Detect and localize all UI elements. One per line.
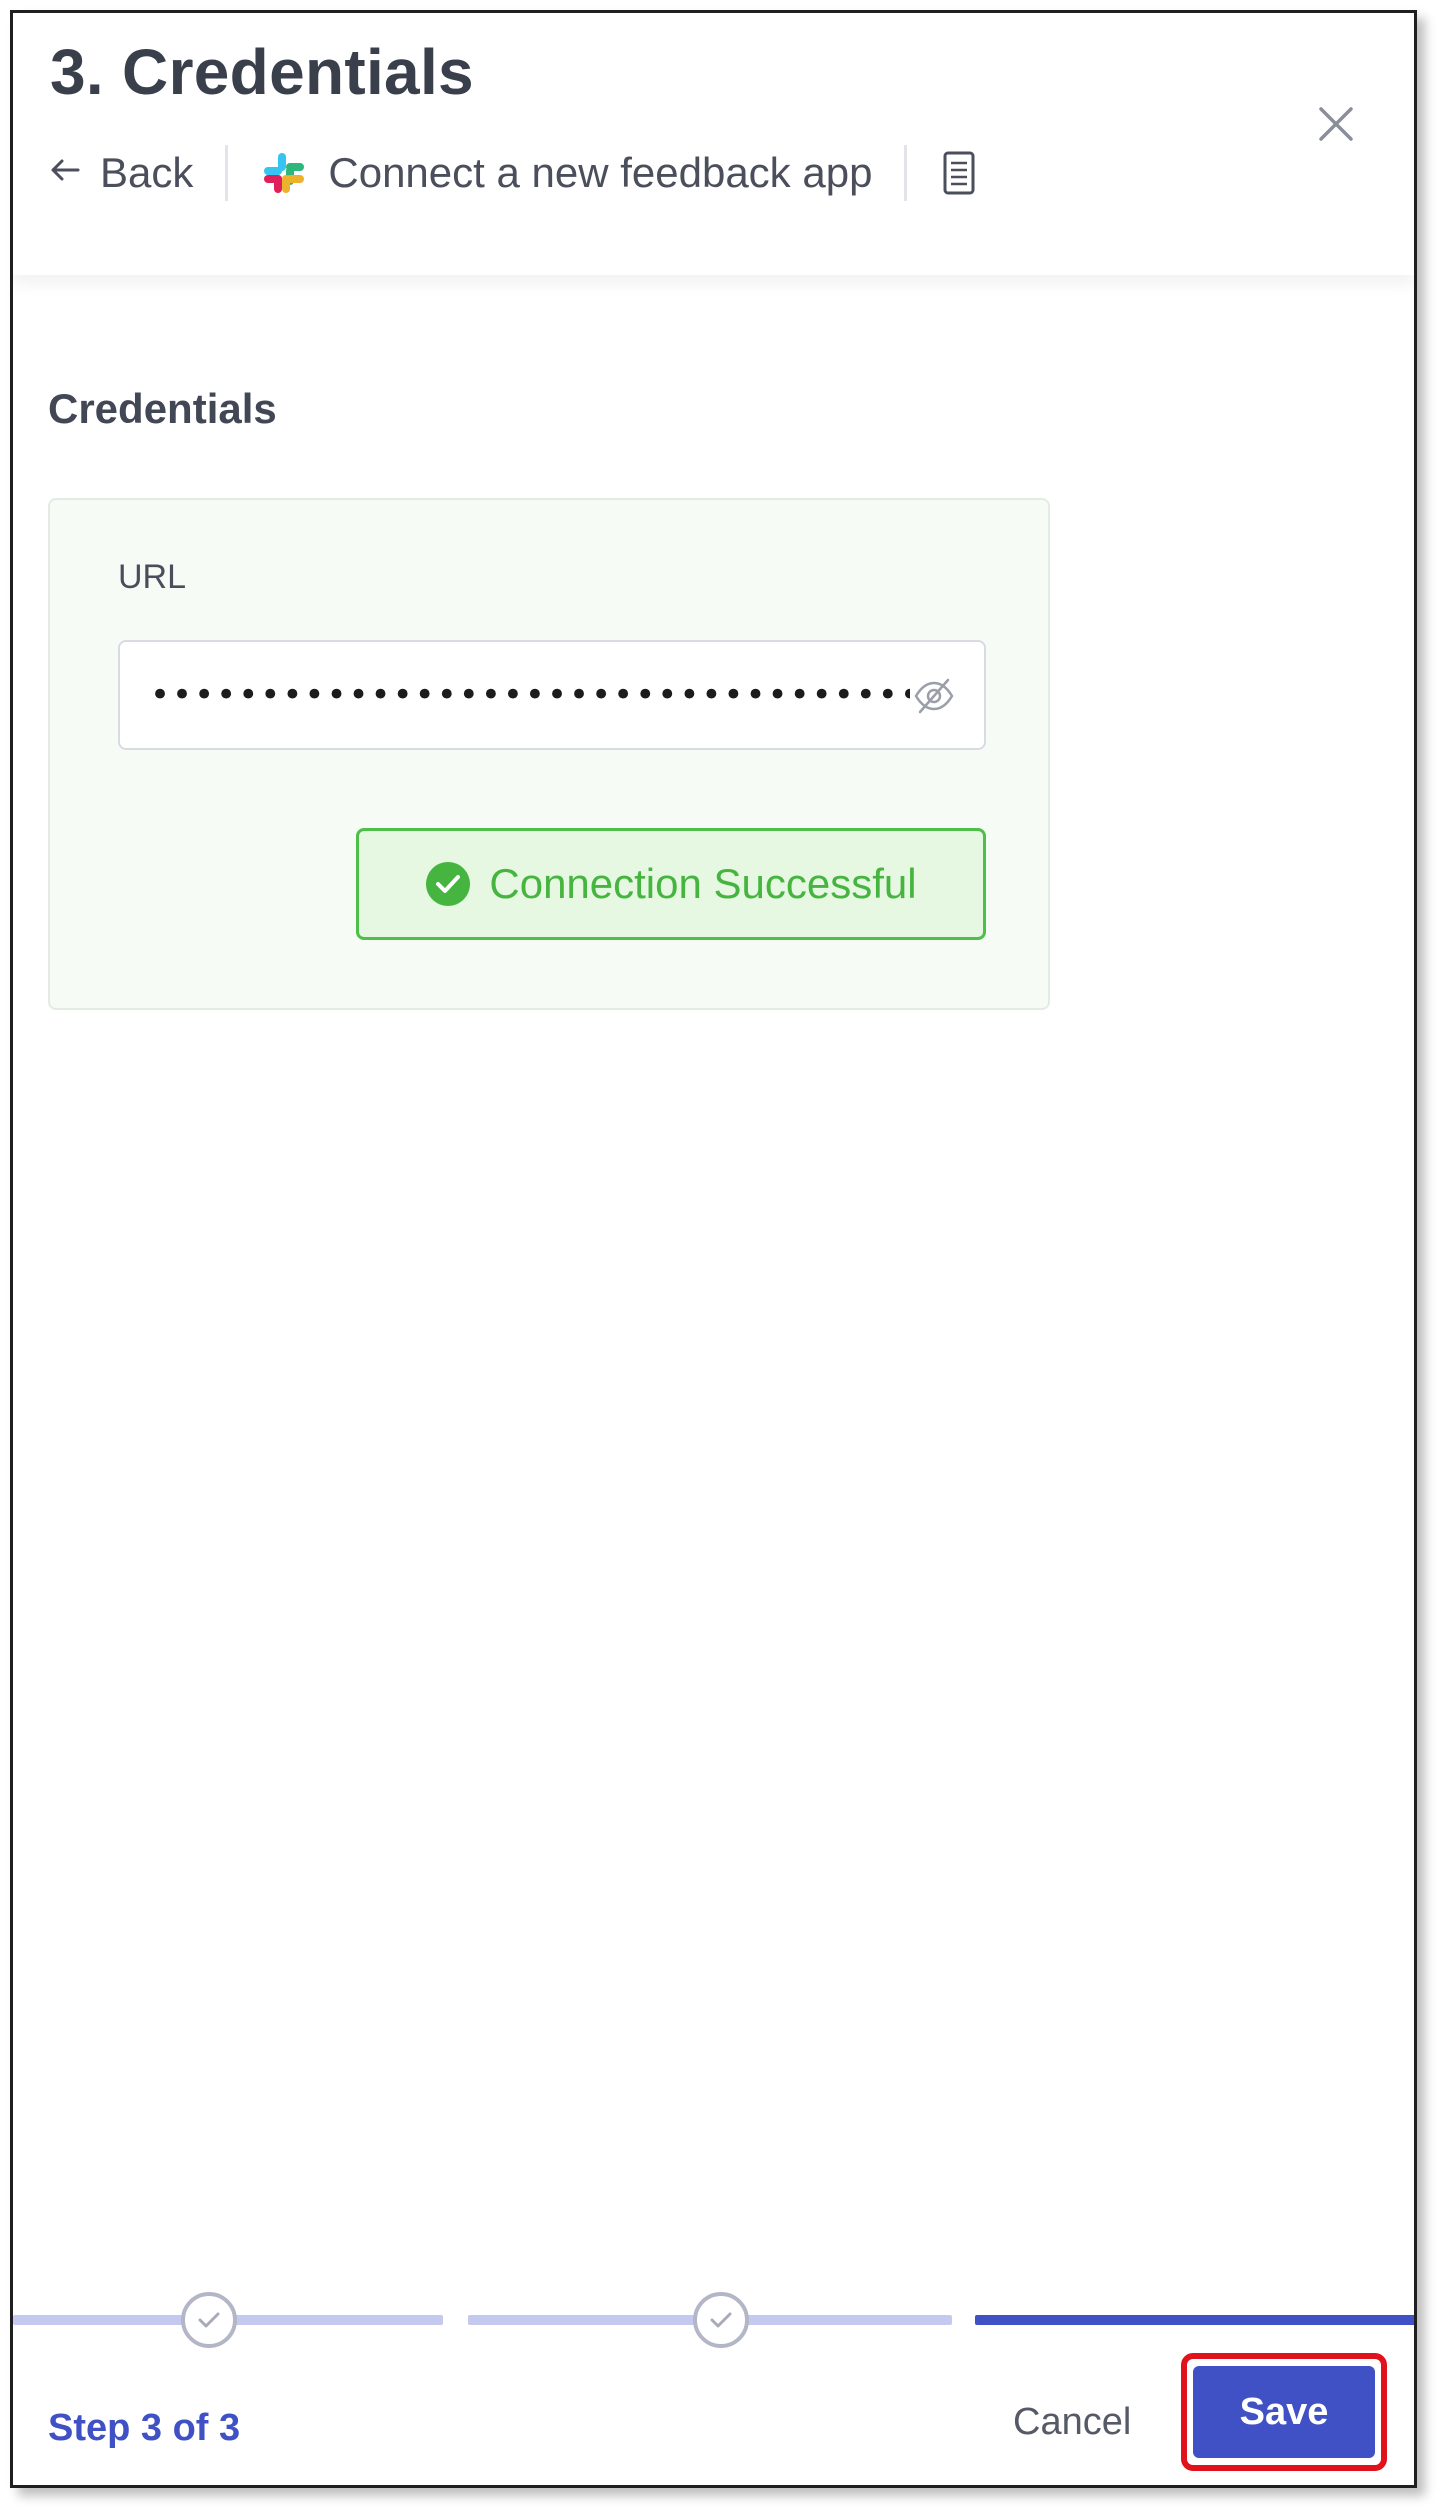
credentials-panel: 3. Credentials Back Connect a new feedba… [10, 10, 1417, 2488]
arrow-left-icon [48, 149, 82, 197]
step-1-complete-icon [181, 2292, 237, 2348]
url-field-wrapper [118, 640, 986, 750]
page-title: 3. Credentials [50, 36, 474, 108]
step-2-complete-icon [693, 2292, 749, 2348]
save-button[interactable]: Save [1193, 2366, 1375, 2458]
credentials-card: URL Connection Successful [48, 498, 1050, 1010]
back-label: Back [100, 149, 194, 196]
document-icon[interactable] [939, 149, 979, 197]
url-input[interactable] [150, 642, 910, 748]
close-icon [1319, 107, 1353, 141]
check-circle-icon [425, 861, 471, 907]
connect-app-link[interactable]: Connect a new feedback app [260, 149, 872, 197]
progress-segment-3 [975, 2315, 1414, 2325]
section-title: Credentials [48, 385, 277, 432]
nav-separator [225, 145, 229, 201]
connect-app-label: Connect a new feedback app [328, 149, 873, 196]
panel-header: 3. Credentials Back Connect a new feedba… [13, 13, 1414, 275]
connection-status-badge: Connection Successful [356, 828, 986, 940]
back-button[interactable]: Back [48, 149, 193, 197]
url-label: URL [118, 558, 187, 596]
close-button[interactable] [1313, 101, 1359, 147]
slack-icon [260, 149, 308, 197]
step-indicator: Step 3 of 3 [48, 2407, 241, 2449]
connection-status-text: Connection Successful [489, 860, 917, 907]
cancel-button[interactable]: Cancel [1013, 2401, 1131, 2444]
nav-separator [904, 145, 908, 201]
eye-off-icon[interactable] [912, 676, 956, 716]
nav-row: Back Connect a new feedback app [48, 143, 979, 203]
